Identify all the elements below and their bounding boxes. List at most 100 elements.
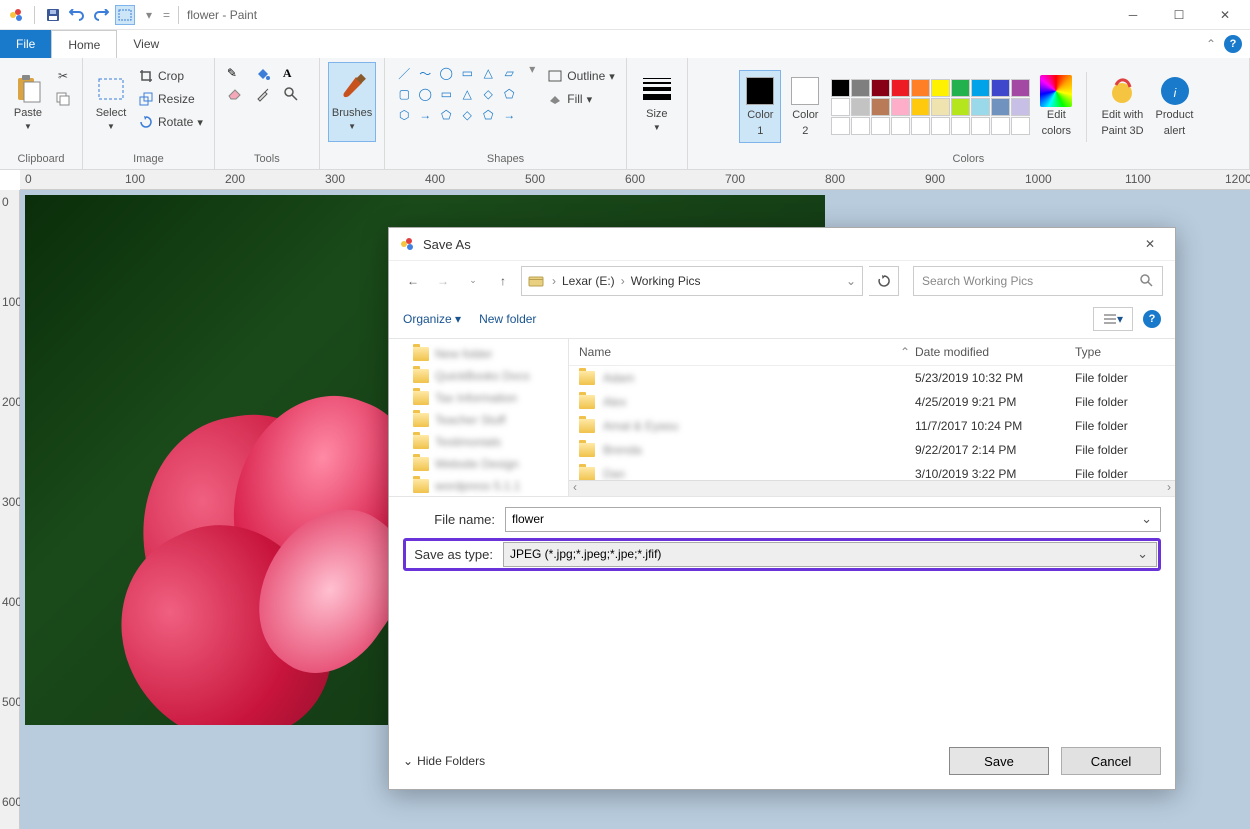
tab-view[interactable]: View [117, 30, 175, 58]
crop-button[interactable]: Crop [135, 66, 206, 86]
savetype-select[interactable]: JPEG (*.jpg;*.jpeg;*.jpe;*.jfif) [503, 542, 1157, 567]
palette-swatch[interactable] [911, 98, 930, 116]
save-icon[interactable] [43, 5, 63, 25]
tree-item[interactable]: QuickBooks Docs [389, 365, 568, 387]
palette-swatch[interactable] [851, 79, 870, 97]
file-row[interactable]: Dan3/10/2019 3:22 PMFile folder [569, 462, 1175, 480]
tree-item[interactable]: Testimonials [389, 431, 568, 453]
col-name-header[interactable]: Name [579, 345, 895, 359]
eraser-tool[interactable] [227, 86, 251, 102]
close-button[interactable]: ✕ [1202, 0, 1248, 30]
palette-swatch[interactable] [931, 98, 950, 116]
addr-dropdown-icon[interactable]: ⌄ [846, 274, 856, 288]
palette-swatch[interactable] [911, 117, 930, 135]
tree-item[interactable]: wordpress 5.1.1 [389, 475, 568, 496]
palette-swatch[interactable] [971, 117, 990, 135]
nav-recent-icon[interactable]: ⌄ [461, 269, 485, 293]
fill-tool[interactable] [255, 66, 279, 82]
minimize-button[interactable]: ─ [1110, 0, 1156, 30]
palette-swatch[interactable] [891, 79, 910, 97]
file-row[interactable]: Amal & Eyasu11/7/2017 10:24 PMFile folde… [569, 414, 1175, 438]
tree-item[interactable]: Tax Information [389, 387, 568, 409]
palette-swatch[interactable] [891, 117, 910, 135]
address-bar[interactable]: › Lexar (E:) › Working Pics ⌄ [521, 266, 863, 296]
select-qat-icon[interactable] [115, 5, 135, 25]
breadcrumb-folder[interactable]: Working Pics [631, 274, 701, 288]
palette-swatch[interactable] [831, 117, 850, 135]
cut-button[interactable]: ✂ [52, 66, 74, 86]
organize-button[interactable]: Organize ▾ [403, 312, 461, 326]
tab-file[interactable]: File [0, 30, 51, 58]
palette-swatch[interactable] [991, 79, 1010, 97]
maximize-button[interactable]: ☐ [1156, 0, 1202, 30]
palette-swatch[interactable] [871, 117, 890, 135]
file-row[interactable]: Brenda9/22/2017 2:14 PMFile folder [569, 438, 1175, 462]
newfolder-button[interactable]: New folder [479, 312, 536, 326]
tree-item[interactable]: New folder [389, 343, 568, 365]
breadcrumb-drive[interactable]: Lexar (E:) [562, 274, 615, 288]
nav-up-icon[interactable]: ↑ [491, 269, 515, 293]
palette-swatch[interactable] [911, 79, 930, 97]
collapse-ribbon-icon[interactable]: ⌃ [1206, 37, 1216, 51]
view-button[interactable]: ▾ [1093, 307, 1133, 331]
refresh-button[interactable] [869, 266, 899, 296]
copy-button[interactable] [52, 89, 74, 109]
rotate-button[interactable]: Rotate ▾ [135, 112, 206, 132]
palette-swatch[interactable] [871, 79, 890, 97]
shapes-gallery[interactable]: ／〜◯▭△▱ ▢◯▭△◇⬠ ⬡→⬠◇⬠→ [393, 62, 520, 126]
pencil-tool[interactable]: ✎ [227, 66, 251, 82]
file-list-header[interactable]: Name ⌃ Date modified Type [569, 339, 1175, 366]
col-date-header[interactable]: Date modified [915, 345, 1075, 359]
tree-item[interactable]: Teacher Stuff [389, 409, 568, 431]
palette-swatch[interactable] [891, 98, 910, 116]
outline-button[interactable]: Outline ▾ [544, 66, 618, 86]
color2-button[interactable]: Color2 [785, 71, 825, 141]
horizontal-scrollbar[interactable] [569, 480, 1175, 496]
redo-icon[interactable] [91, 5, 111, 25]
hide-folders-button[interactable]: ⌄ Hide Folders [403, 754, 485, 768]
text-tool[interactable]: A [283, 66, 307, 82]
color-palette[interactable] [829, 77, 1032, 137]
search-input[interactable]: Search Working Pics [913, 266, 1163, 296]
product-alert-button[interactable]: i Productalert [1152, 67, 1198, 147]
paste-button[interactable]: Paste▼ [8, 62, 48, 142]
dialog-help-icon[interactable]: ? [1143, 310, 1161, 328]
magnifier-tool[interactable] [283, 86, 307, 102]
palette-swatch[interactable] [931, 79, 950, 97]
palette-swatch[interactable] [991, 117, 1010, 135]
brushes-button[interactable]: Brushes▼ [328, 62, 376, 142]
save-button[interactable]: Save [949, 747, 1049, 775]
tab-home[interactable]: Home [51, 30, 117, 58]
cancel-button[interactable]: Cancel [1061, 747, 1161, 775]
palette-swatch[interactable] [1011, 117, 1030, 135]
palette-swatch[interactable] [831, 98, 850, 116]
select-button[interactable]: Select▼ [91, 62, 131, 142]
color1-button[interactable]: Color1 [739, 70, 781, 142]
palette-swatch[interactable] [991, 98, 1010, 116]
palette-swatch[interactable] [871, 98, 890, 116]
palette-swatch[interactable] [851, 98, 870, 116]
picker-tool[interactable] [255, 86, 279, 102]
dialog-close-button[interactable]: ✕ [1135, 237, 1165, 251]
palette-swatch[interactable] [831, 79, 850, 97]
size-button[interactable]: Size▼ [635, 62, 679, 142]
edit-colors-button[interactable]: Editcolors [1036, 67, 1076, 147]
file-row[interactable]: Alex4/25/2019 9:21 PMFile folder [569, 390, 1175, 414]
qat-dropdown-icon[interactable]: ▾ [139, 5, 159, 25]
palette-swatch[interactable] [851, 117, 870, 135]
nav-forward-icon[interactable]: → [431, 269, 455, 293]
palette-swatch[interactable] [971, 79, 990, 97]
nav-back-icon[interactable]: ← [401, 269, 425, 293]
filename-input[interactable]: flower [505, 507, 1161, 532]
palette-swatch[interactable] [931, 117, 950, 135]
palette-swatch[interactable] [951, 98, 970, 116]
palette-swatch[interactable] [1011, 98, 1030, 116]
shapes-more-icon[interactable]: ▾ [524, 62, 540, 76]
palette-swatch[interactable] [1011, 79, 1030, 97]
palette-swatch[interactable] [951, 79, 970, 97]
palette-swatch[interactable] [971, 98, 990, 116]
resize-button[interactable]: Resize [135, 89, 206, 109]
folder-tree[interactable]: New folderQuickBooks DocsTax Information… [389, 339, 569, 496]
fill-button[interactable]: Fill ▾ [544, 89, 618, 109]
col-type-header[interactable]: Type [1075, 345, 1165, 359]
